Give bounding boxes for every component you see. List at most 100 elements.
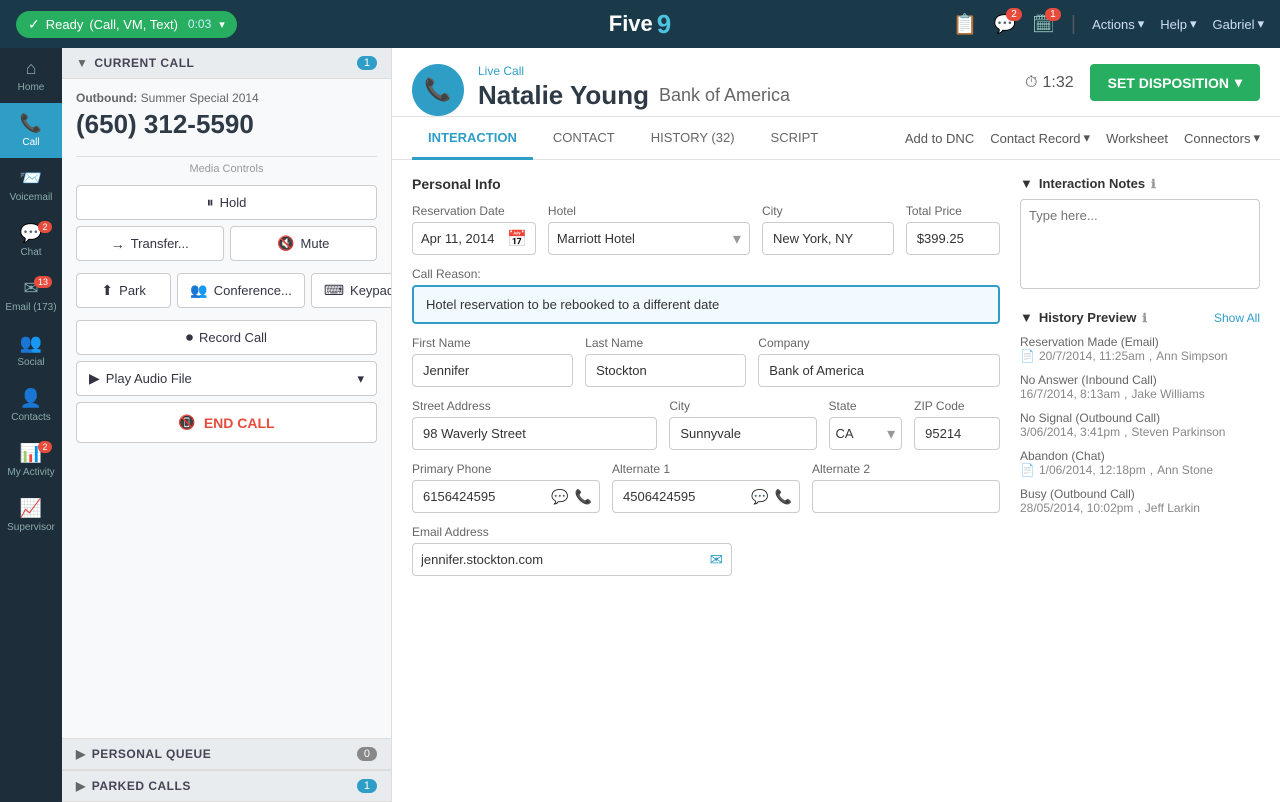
personal-queue-header[interactable]: ▶ PERSONAL QUEUE 0 bbox=[62, 738, 391, 770]
tab-history[interactable]: HISTORY (32) bbox=[635, 118, 751, 160]
actions-menu[interactable]: Actions ▾ bbox=[1092, 16, 1144, 32]
call-timer: ⏱ 1:32 bbox=[1025, 74, 1074, 92]
call-reason-input[interactable] bbox=[412, 285, 1000, 324]
contact-record-link[interactable]: Contact Record ▾ bbox=[990, 130, 1090, 146]
call-header: 📞 Live Call Natalie Young Bank of Americ… bbox=[392, 48, 1280, 117]
sidebar-item-my-activity[interactable]: 📊 My Activity 2 bbox=[0, 433, 62, 488]
state-label: State bbox=[829, 399, 903, 413]
hold-button[interactable]: ⏸ Hold bbox=[76, 185, 377, 220]
keypad-button[interactable]: ⌨ Keypad bbox=[311, 273, 392, 308]
history-preview-title: History Preview bbox=[1039, 310, 1137, 325]
sidebar-item-email[interactable]: ✉ Email (173) 13 bbox=[0, 268, 62, 323]
state-input[interactable] bbox=[836, 418, 888, 449]
primary-call-icon[interactable]: 📞 bbox=[575, 488, 592, 505]
set-disposition-button[interactable]: SET DISPOSITION ▾ bbox=[1090, 64, 1260, 101]
sidebar-spacer bbox=[62, 449, 391, 738]
contact-name-row: Natalie Young Bank of America bbox=[478, 80, 1025, 111]
call-header-right: ⏱ 1:32 SET DISPOSITION ▾ bbox=[1025, 64, 1260, 111]
hotel-input[interactable] bbox=[557, 223, 733, 254]
record-call-button[interactable]: ⏺ Record Call bbox=[76, 320, 377, 355]
supervisor-label: Supervisor bbox=[7, 522, 55, 533]
history-item-0-title: Reservation Made (Email) bbox=[1020, 335, 1260, 349]
parked-calls-header[interactable]: ▶ PARKED CALLS 1 bbox=[62, 770, 391, 802]
chat-label: Chat bbox=[20, 247, 41, 258]
email-input[interactable] bbox=[421, 544, 710, 575]
sidebar-item-chat[interactable]: 💬 Chat 2 bbox=[0, 213, 62, 268]
voicemail-icon: 📨 bbox=[20, 168, 42, 189]
email-field[interactable]: ✉ bbox=[412, 543, 732, 576]
city2-input[interactable] bbox=[669, 417, 816, 450]
right-panel: ▼ Interaction Notes ℹ ▼ History Preview … bbox=[1020, 176, 1260, 786]
parked-calls-title: PARKED CALLS bbox=[92, 779, 191, 793]
social-label: Social bbox=[17, 357, 44, 368]
history-preview-header-row: ▼ History Preview ℹ Show All bbox=[1020, 310, 1260, 325]
call-timer-value: 1:32 bbox=[1042, 74, 1073, 92]
connectors-arrow: ▾ bbox=[1253, 130, 1260, 146]
user-menu[interactable]: Gabriel ▾ bbox=[1213, 16, 1264, 32]
alt1-call-icon[interactable]: 📞 bbox=[775, 488, 792, 505]
alt2-input[interactable] bbox=[812, 480, 1000, 513]
notes-icon[interactable]: 📋 bbox=[953, 12, 978, 37]
park-button[interactable]: ⬆ Park bbox=[76, 273, 171, 308]
reservation-date-input[interactable] bbox=[421, 223, 501, 254]
sidebar-item-home[interactable]: ⌂ Home bbox=[0, 48, 62, 103]
mute-button[interactable]: 🔇 Mute bbox=[230, 226, 378, 261]
last-name-label: Last Name bbox=[585, 336, 746, 350]
zip-input[interactable] bbox=[914, 417, 1000, 450]
check-icon: ✓ bbox=[28, 16, 40, 33]
company-input[interactable] bbox=[758, 354, 1000, 387]
worksheet-link[interactable]: Worksheet bbox=[1106, 131, 1168, 146]
history-item-1-detail: 16/7/2014, 8:13am, Jake Williams bbox=[1020, 387, 1260, 401]
notifications-icon[interactable]: 💬 2 bbox=[994, 14, 1016, 35]
sidebar-item-supervisor[interactable]: 📈 Supervisor bbox=[0, 488, 62, 543]
voicemail-label: Voicemail bbox=[10, 192, 53, 203]
alt1-group: Alternate 1 💬 📞 bbox=[612, 462, 800, 513]
alt1-chat-icon[interactable]: 💬 bbox=[751, 488, 768, 505]
help-menu[interactable]: Help ▾ bbox=[1160, 16, 1196, 32]
record-call-label: Record Call bbox=[199, 330, 267, 345]
hotel-field[interactable]: ▾ bbox=[548, 222, 750, 255]
zip-group: ZIP Code bbox=[914, 399, 1000, 450]
collapse-notes-icon: ▼ bbox=[1020, 176, 1033, 191]
calendar-icon[interactable]: 🗓 1 bbox=[1032, 14, 1055, 35]
primary-phone-field: 💬 📞 bbox=[412, 480, 600, 513]
connectors-link[interactable]: Connectors ▾ bbox=[1184, 130, 1260, 146]
tab-script[interactable]: SCRIPT bbox=[755, 118, 835, 160]
last-name-input[interactable] bbox=[585, 354, 746, 387]
state-field[interactable]: ▾ bbox=[829, 417, 903, 450]
home-label: Home bbox=[18, 82, 45, 93]
current-call-section-header[interactable]: ▼ CURRENT CALL 1 bbox=[62, 48, 391, 79]
ready-status-badge[interactable]: ✓ Ready (Call, VM, Text) 0:03 ▾ bbox=[16, 11, 237, 38]
play-audio-button[interactable]: ▶ Play Audio File ▾ bbox=[76, 361, 377, 396]
history-item-2-title: No Signal (Outbound Call) bbox=[1020, 411, 1260, 425]
conference-button[interactable]: 👥 Conference... bbox=[177, 273, 304, 308]
sidebar-item-social[interactable]: 👥 Social bbox=[0, 323, 62, 378]
total-price-label: Total Price bbox=[906, 204, 1000, 218]
calendar-icon-small: 📅 bbox=[507, 229, 527, 249]
transfer-icon: → bbox=[111, 236, 125, 252]
interaction-notes-textarea[interactable] bbox=[1020, 199, 1260, 289]
tab-interaction[interactable]: INTERACTION bbox=[412, 118, 533, 160]
tab-contact[interactable]: CONTACT bbox=[537, 118, 631, 160]
history-preview-header: ▼ History Preview ℹ bbox=[1020, 310, 1147, 325]
end-call-button[interactable]: 📵 END CALL bbox=[76, 402, 377, 443]
transfer-mute-row: → Transfer... 🔇 Mute bbox=[76, 226, 377, 267]
call-phone-number: (650) 312-5590 bbox=[76, 109, 377, 140]
first-name-input[interactable] bbox=[412, 354, 573, 387]
tab-actions: Add to DNC Contact Record ▾ Worksheet Co… bbox=[905, 130, 1260, 146]
city-input[interactable] bbox=[762, 222, 894, 255]
email-badge: 13 bbox=[34, 276, 52, 288]
transfer-button[interactable]: → Transfer... bbox=[76, 226, 224, 261]
street-address-input[interactable] bbox=[412, 417, 657, 450]
add-to-dnc-link[interactable]: Add to DNC bbox=[905, 131, 974, 146]
sidebar-item-contacts[interactable]: 👤 Contacts bbox=[0, 378, 62, 433]
logo: Five9 bbox=[609, 9, 672, 40]
reservation-date-field[interactable]: 📅 bbox=[412, 222, 536, 255]
primary-chat-icon[interactable]: 💬 bbox=[551, 488, 568, 505]
main-content: 📞 Live Call Natalie Young Bank of Americ… bbox=[392, 48, 1280, 802]
sidebar-item-call[interactable]: 📞 Call bbox=[0, 103, 62, 158]
history-item-2: No Signal (Outbound Call) 3/06/2014, 3:4… bbox=[1020, 411, 1260, 439]
show-all-link[interactable]: Show All bbox=[1214, 311, 1260, 325]
total-price-input[interactable] bbox=[906, 222, 1000, 255]
sidebar-item-voicemail[interactable]: 📨 Voicemail bbox=[0, 158, 62, 213]
